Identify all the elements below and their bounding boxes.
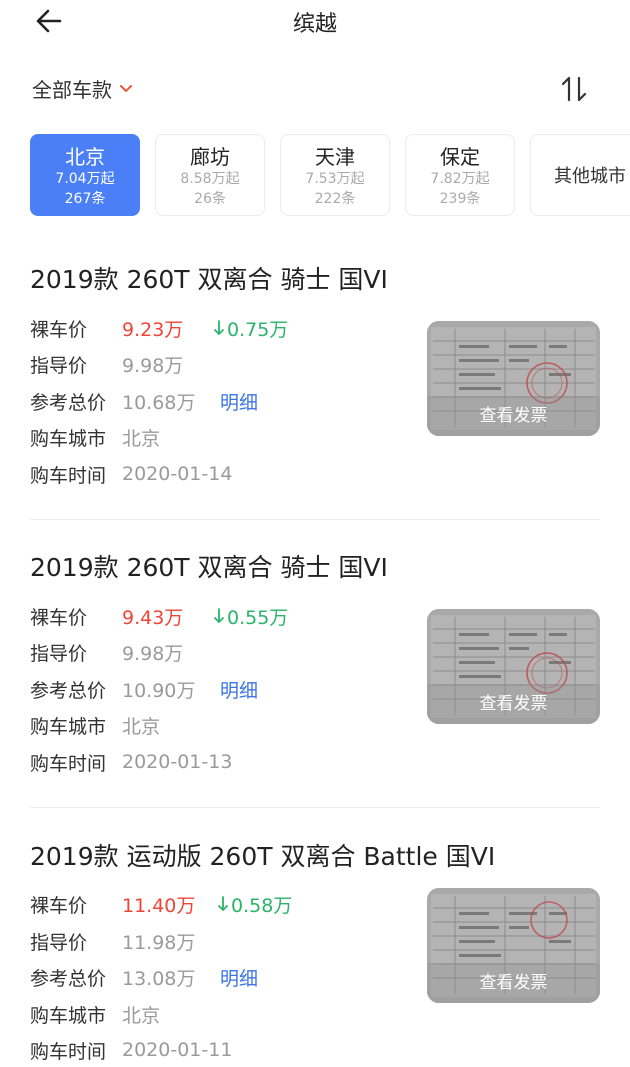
- bare-price-label: 裸车价: [30, 318, 88, 341]
- listing-card[interactable]: 2019款 运动版 260T 双离合 Battle 国VI 裸车价 11.40万…: [30, 840, 600, 1067]
- bare-price-row: 裸车价 9.23万 0.75万: [30, 313, 288, 343]
- listing-card[interactable]: 2019款 260T 双离合 骑士 国VI 裸车价 9.43万 0.55万 指导…: [30, 551, 600, 839]
- arrow-down-icon: [218, 896, 228, 911]
- page-title: 缤越: [292, 12, 337, 37]
- invoice-thumbnail[interactable]: 查看发票: [427, 609, 600, 724]
- bare-price-label: 裸车价: [30, 894, 88, 917]
- total-price-value: 13.08万: [122, 967, 196, 990]
- bare-price-row: 裸车价 11.40万 0.58万: [30, 889, 292, 919]
- divider: [30, 519, 600, 520]
- guide-price-label: 指导价: [30, 642, 88, 665]
- total-price-row: 参考总价 10.90万 明细: [30, 674, 258, 704]
- discount-badge: 0.55万: [214, 603, 288, 630]
- city-row: 购车城市 北京: [30, 710, 160, 740]
- time-label: 购车时间: [30, 464, 107, 487]
- time-row: 购车时间 2020-01-11: [30, 1035, 232, 1065]
- city-value: 北京: [122, 715, 161, 738]
- guide-price-row: 指导价 9.98万: [30, 349, 183, 379]
- city-value: 北京: [122, 427, 161, 450]
- city-tab-count: 222条: [314, 191, 356, 207]
- guide-price-value: 9.98万: [122, 642, 184, 665]
- time-value: 2020-01-11: [122, 1039, 233, 1061]
- total-price-label: 参考总价: [30, 679, 107, 702]
- city-tab-baoding[interactable]: 保定 7.82万起 239条: [405, 134, 515, 216]
- detail-link[interactable]: 明细: [220, 676, 258, 703]
- time-row: 购车时间 2020-01-13: [30, 747, 232, 777]
- city-tab-name: 天津: [315, 145, 355, 169]
- total-price-label: 参考总价: [30, 967, 107, 990]
- city-tab-price: 7.04万起: [55, 171, 115, 187]
- chevron-down-icon: [120, 84, 132, 92]
- time-label: 购车时间: [30, 752, 107, 775]
- city-label: 购车城市: [30, 715, 107, 738]
- invoice-thumbnail[interactable]: 查看发票: [427, 321, 600, 436]
- total-price-value: 10.90万: [122, 679, 196, 702]
- city-value: 北京: [122, 1004, 161, 1027]
- guide-price-row: 指导价 11.98万: [30, 926, 195, 956]
- discount-value: 0.55万: [227, 606, 289, 629]
- discount-value: 0.58万: [231, 894, 293, 917]
- city-tabs: 北京 7.04万起 267条 廊坊 8.58万起 26条 天津 7.53万起 2…: [30, 134, 630, 220]
- city-tab-name: 北京: [65, 145, 105, 169]
- invoice-thumbnail[interactable]: 查看发票: [427, 888, 600, 1003]
- city-tab-beijing[interactable]: 北京 7.04万起 267条: [30, 134, 140, 216]
- bare-price-row: 裸车价 9.43万 0.55万: [30, 601, 288, 631]
- time-value: 2020-01-13: [122, 751, 233, 773]
- sort-button[interactable]: [560, 74, 588, 104]
- invoice-label: 查看发票: [479, 973, 548, 993]
- listing-title: 2019款 260T 双离合 骑士 国VI: [30, 553, 388, 582]
- city-label: 购车城市: [30, 427, 107, 450]
- time-row: 购车时间 2020-01-14: [30, 459, 232, 489]
- city-row: 购车城市 北京: [30, 422, 160, 452]
- listing-card[interactable]: 2019款 260T 双离合 骑士 国VI 裸车价 9.23万 0.75万 指导…: [30, 263, 600, 551]
- listing-title: 2019款 运动版 260T 双离合 Battle 国VI: [30, 842, 496, 871]
- city-tab-langfang[interactable]: 廊坊 8.58万起 26条: [155, 134, 265, 216]
- total-price-row: 参考总价 10.68万 明细: [30, 386, 258, 416]
- guide-price-value: 9.98万: [122, 354, 184, 377]
- filter-bar: 全部车款: [32, 70, 600, 106]
- city-label: 购车城市: [30, 1004, 107, 1027]
- city-tab-name: 廊坊: [190, 145, 230, 169]
- city-tab-count: 239条: [439, 191, 481, 207]
- guide-price-row: 指导价 9.98万: [30, 637, 183, 667]
- time-label: 购车时间: [30, 1040, 107, 1063]
- bare-price-value: 9.43万: [122, 606, 184, 629]
- guide-price-value: 11.98万: [122, 931, 196, 954]
- guide-price-label: 指导价: [30, 931, 88, 954]
- detail-link[interactable]: 明细: [220, 964, 258, 991]
- bare-price-value: 11.40万: [122, 894, 196, 917]
- city-tab-price: 7.53万起: [305, 171, 365, 187]
- city-tab-price: 8.58万起: [180, 171, 240, 187]
- city-tab-count: 26条: [194, 191, 226, 207]
- bare-price-value: 9.23万: [122, 318, 184, 341]
- discount-badge: 0.75万: [214, 315, 288, 342]
- city-row: 购车城市 北京: [30, 999, 160, 1029]
- city-tab-other[interactable]: 其他城市: [530, 134, 630, 216]
- city-tab-tianjin[interactable]: 天津 7.53万起 222条: [280, 134, 390, 216]
- discount-value: 0.75万: [227, 318, 289, 341]
- divider: [30, 807, 600, 808]
- total-price-row: 参考总价 13.08万 明细: [30, 962, 258, 992]
- city-tab-count: 267条: [64, 191, 106, 207]
- total-price-label: 参考总价: [30, 391, 107, 414]
- discount-badge: 0.58万: [218, 891, 292, 918]
- arrow-down-icon: [214, 320, 224, 335]
- invoice-label: 查看发票: [479, 694, 548, 714]
- time-value: 2020-01-14: [122, 463, 233, 485]
- guide-price-label: 指导价: [30, 354, 88, 377]
- detail-link[interactable]: 明细: [220, 388, 258, 415]
- arrow-down-icon: [214, 608, 224, 623]
- city-tab-price: 7.82万起: [430, 171, 490, 187]
- invoice-label: 查看发票: [479, 406, 548, 426]
- city-tab-name: 保定: [440, 145, 480, 169]
- listing-title: 2019款 260T 双离合 骑士 国VI: [30, 265, 388, 294]
- sort-icon: [561, 76, 587, 102]
- header: 缤越: [0, 0, 630, 44]
- total-price-value: 10.68万: [122, 391, 196, 414]
- model-filter-label: 全部车款: [32, 78, 112, 102]
- bare-price-label: 裸车价: [30, 606, 88, 629]
- model-filter-dropdown[interactable]: 全部车款: [32, 74, 132, 103]
- city-tab-name: 其他城市: [554, 166, 626, 187]
